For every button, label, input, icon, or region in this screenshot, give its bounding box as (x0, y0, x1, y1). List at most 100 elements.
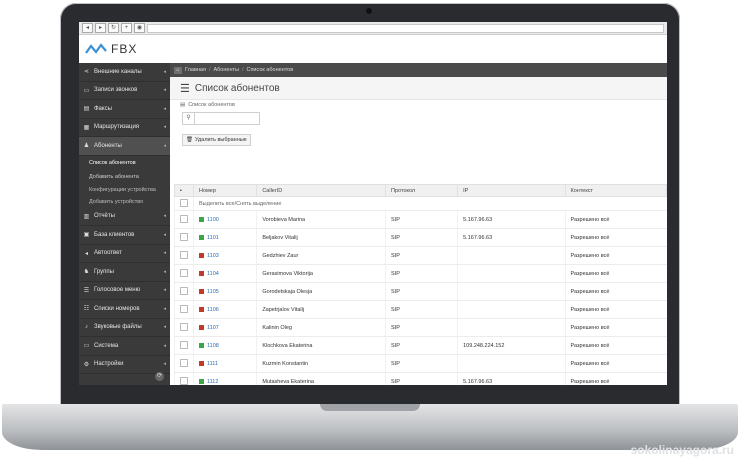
number-link[interactable]: 1103 (207, 253, 219, 259)
protocol-cell: SIP (385, 264, 458, 283)
refresh-icon[interactable]: ⟳ (155, 372, 164, 381)
callerid-cell: Gerasimova Viktorija (256, 264, 386, 283)
number-link[interactable]: 1100 (207, 217, 219, 223)
number-link[interactable]: 1108 (207, 343, 219, 349)
table-row[interactable]: 1104 Gerasimova Viktorija SIP Разрешено всё (174, 264, 667, 283)
table-row[interactable]: 1111 Kuzmin Konstantin SIP Разрешено всё (174, 354, 667, 373)
row-checkbox[interactable] (180, 250, 188, 259)
number-link[interactable]: 1111 (207, 361, 218, 367)
number-link[interactable]: 1106 (207, 307, 219, 313)
row-checkbox[interactable] (180, 232, 188, 241)
sidebar-item[interactable]: ♪ Звуковые файлы ◂ (79, 319, 170, 337)
table-row[interactable]: 1105 Gorodetskaja Olesja SIP Разрешено всё (174, 282, 667, 301)
table-row[interactable]: 1100 Vorobieva Marina SIP 5.167.96.63 Разреш… (174, 210, 667, 229)
sidebar-item[interactable]: ▦ Маршрутизация ◂ (79, 119, 170, 137)
row-checkbox[interactable] (180, 268, 188, 277)
column-header-ip[interactable]: IP (457, 184, 566, 197)
sidebar-subitem[interactable]: Добавить устройство (79, 196, 170, 208)
sidebar-item[interactable]: ◂ Автоответ ◂ (79, 245, 170, 263)
status-indicator (199, 234, 204, 240)
breadcrumb-home[interactable]: Главная (185, 67, 206, 73)
sidebar-subitem[interactable]: Список абонентов (79, 156, 170, 170)
table-row[interactable]: 1107 Kalinin Oleg SIP Разрешено всё (174, 318, 667, 337)
protocol-cell: SIP (385, 246, 458, 265)
row-checkbox[interactable] (180, 304, 188, 313)
number-link[interactable]: 1107 (207, 325, 219, 331)
row-checkbox[interactable] (180, 340, 188, 349)
row-checkbox[interactable] (180, 322, 188, 331)
sidebar-item[interactable]: ♞ Группы ◂ (79, 263, 170, 282)
chevron-left-icon: ◂ (163, 342, 166, 349)
sidebar-item-label: Записи звонков (94, 87, 138, 94)
sidebar-item[interactable]: ▣ База клиентов ◂ (79, 226, 170, 245)
sidebar-item[interactable]: ☰ Голосовое меню ◂ (79, 282, 170, 300)
status-indicator (199, 216, 204, 222)
users-icon: ♟ (83, 143, 90, 150)
callerid-cell: Mutasheva Ekaterina (256, 372, 386, 385)
search-icon[interactable]: ⚲ (183, 113, 195, 124)
chevron-left-icon: ◂ (163, 87, 166, 94)
table-row[interactable]: 1101 Beljakov Vitalij SIP 5.167.96.63 Разреш… (174, 228, 667, 247)
status-indicator (199, 360, 204, 366)
forward-icon[interactable]: ▸ (95, 23, 106, 33)
header-checkbox-cell: ▪ (174, 184, 194, 197)
number-link[interactable]: 1105 (207, 289, 219, 295)
chevron-left-icon: ◂ (163, 231, 166, 238)
status-indicator (199, 378, 204, 384)
callerid-cell: Kalinin Oleg (256, 318, 386, 337)
sidebar-item[interactable]: ▤ Факсы ◂ (79, 100, 170, 119)
home-icon[interactable]: ⌂ (174, 66, 182, 74)
search-input[interactable]: ⚲ (182, 112, 260, 125)
number-cell: 1104 (192, 264, 257, 283)
sidebar-item[interactable]: ☷ Списки номеров ◂ (79, 300, 170, 319)
breadcrumb: ⌂ Главная / Абоненты / Список абонентов (170, 63, 667, 77)
number-cell: 1112 (192, 372, 257, 385)
breadcrumb-subscribers[interactable]: Абоненты (213, 67, 238, 73)
context-cell: Разрешено всё (564, 300, 667, 319)
context-cell: Разрешено всё (564, 210, 667, 229)
main-content: ⌂ Главная / Абоненты / Список абонентов … (170, 63, 667, 385)
table-row[interactable]: 1108 Klochkova Ekaterina SIP 109.248.224.15… (174, 336, 667, 355)
row-checkbox[interactable] (180, 358, 188, 367)
chevron-left-icon: ◂ (163, 105, 166, 112)
delete-selected-button[interactable]: 🗑 Удалить выбранные (182, 134, 251, 146)
sidebar-subitem[interactable]: Конфигурации устройства (79, 184, 170, 196)
table-row[interactable]: 1103 Gedzhiev Zaur SIP Разрешено всё (174, 246, 667, 265)
protocol-cell: SIP (385, 336, 458, 355)
address-bar[interactable] (147, 23, 664, 33)
row-checkbox[interactable] (180, 286, 188, 295)
context-cell: Разрешено всё (564, 336, 667, 355)
number-cell: 1101 (192, 228, 257, 247)
checkbox-cell (174, 300, 194, 319)
number-cell: 1105 (192, 282, 257, 301)
autoreply-icon: ◂ (84, 250, 88, 257)
sidebar-item[interactable]: ▥ Отчёты ◂ (79, 208, 170, 226)
sidebar-item[interactable]: ♟ Абоненты ◂ (79, 137, 170, 156)
number-link[interactable]: 1104 (207, 271, 219, 277)
sidebar-item[interactable]: ▭ Записи звонков ◂ (79, 82, 170, 100)
ip-cell: 5.167.96.63 (457, 372, 566, 385)
column-header-callerid[interactable]: CallerID (256, 184, 387, 197)
table-row[interactable]: 1106 Zapetrjalov Vitalij SIP Разрешено всё (174, 300, 667, 319)
reports-icon: ▥ (83, 213, 90, 220)
row-checkbox[interactable] (180, 376, 188, 385)
number-link[interactable]: 1112 (207, 379, 218, 385)
sidebar-subitem[interactable]: Добавить абонента (79, 170, 170, 184)
status-indicator (199, 306, 204, 312)
checkbox-cell (174, 264, 194, 283)
sidebar-item[interactable]: ⋖ Внешние каналы ◂ (79, 63, 170, 82)
refresh-icon[interactable]: ↻ (108, 23, 119, 33)
column-header-number[interactable]: Номер (192, 184, 258, 197)
number-link[interactable]: 1101 (207, 235, 219, 241)
sidebar-item[interactable]: ⚙ Настройки ◂ (79, 356, 170, 374)
back-icon[interactable]: ◂ (82, 23, 93, 33)
sidebar-item[interactable]: ▭ Система ◂ (79, 337, 170, 356)
column-header-context[interactable]: Контекст (564, 184, 667, 197)
select-all-label[interactable]: Выделить все/Снять выделение (193, 196, 667, 211)
select-all-checkbox[interactable] (180, 198, 188, 207)
new-tab-icon[interactable]: + (121, 23, 132, 33)
column-header-protocol[interactable]: Протокол (385, 184, 459, 197)
table-row[interactable]: 1112 Mutasheva Ekaterina SIP 5.167.96.63 Раз… (174, 372, 667, 385)
page-title: Список абонентов (194, 82, 280, 94)
row-checkbox[interactable] (180, 214, 188, 223)
